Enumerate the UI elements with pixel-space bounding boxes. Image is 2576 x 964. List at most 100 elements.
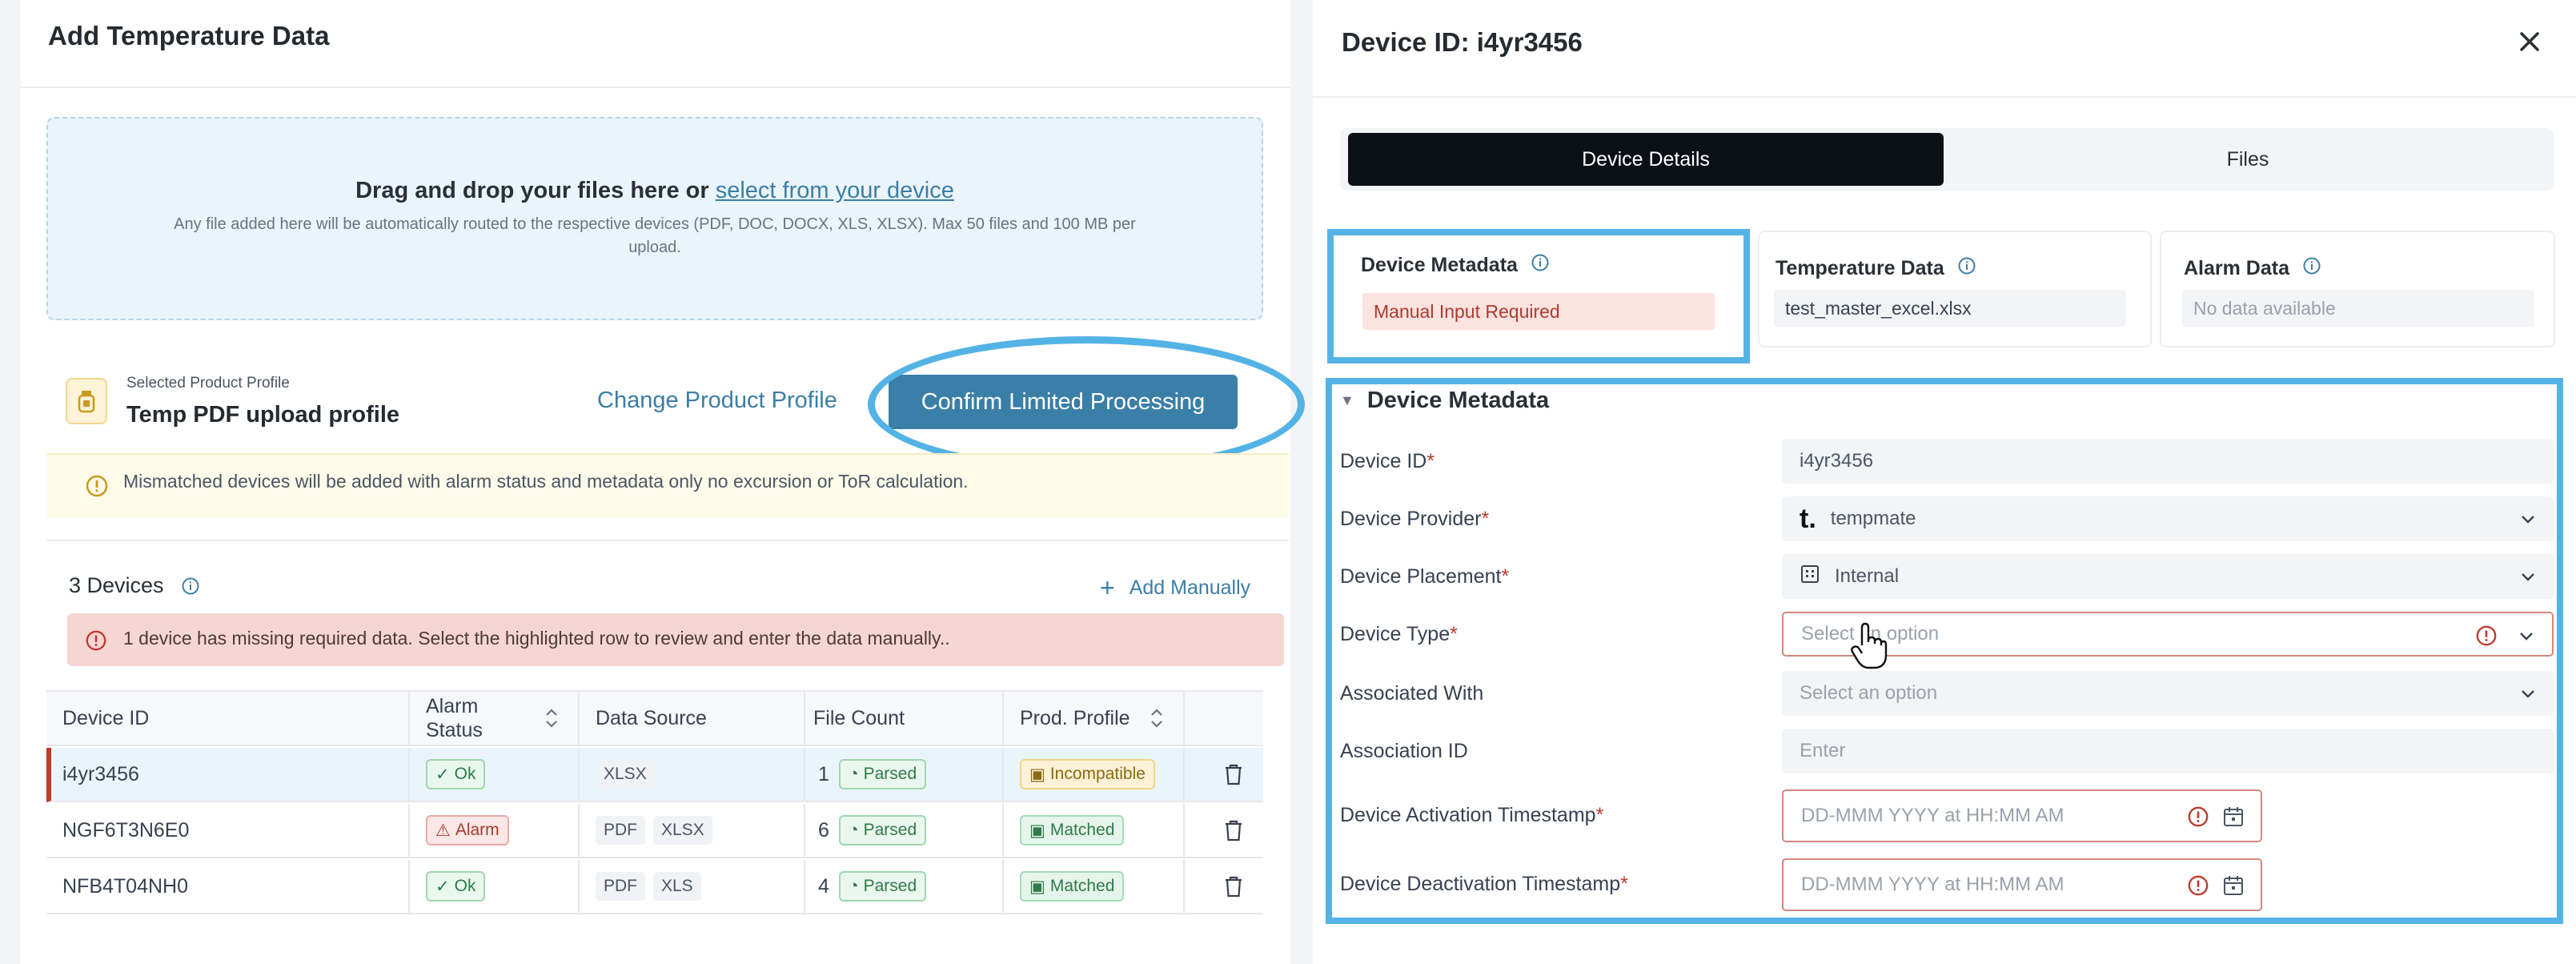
column-divider bbox=[804, 804, 805, 857]
info-circle-icon bbox=[85, 474, 109, 502]
alert-circle-icon bbox=[85, 629, 107, 656]
field-label-placement: Device Placement* bbox=[1340, 565, 1509, 588]
calendar-icon[interactable] bbox=[2222, 874, 2245, 902]
label-text: Device Deactivation Timestamp bbox=[1340, 873, 1621, 895]
sort-icon[interactable] bbox=[1150, 692, 1164, 745]
table-row[interactable]: NGF6T3N6E0 ⚠ Alarm PDF XLSX 6 ◔ Parsed ▣ Ma… bbox=[46, 804, 1263, 858]
alarm-status-cell: ⚠ Alarm bbox=[426, 804, 509, 857]
deactivation-timestamp-input[interactable]: DD-MMM YYYY at HH:MM AM bbox=[1782, 858, 2262, 911]
calendar-icon[interactable] bbox=[2222, 805, 2245, 833]
parsed-icon: ◔ bbox=[848, 877, 859, 895]
devices-count: 3 Devices bbox=[69, 573, 164, 597]
temperature-data-card[interactable]: Temperature Data test_master_excel.xlsx bbox=[1758, 231, 2152, 347]
device-id-field[interactable]: i4yr3456 bbox=[1782, 439, 2554, 484]
chevron-down-icon bbox=[2518, 684, 2538, 709]
label-text: Device Activation Timestamp bbox=[1340, 804, 1596, 826]
device-id-cell: NFB4T04NH0 bbox=[62, 874, 188, 898]
table-row[interactable]: NFB4T04NH0 ✓ Ok PDF XLS 4 ◔ Parsed ▣ Matche… bbox=[46, 860, 1263, 914]
header-data-source[interactable]: Data Source bbox=[596, 692, 707, 745]
device-detail-title: Device ID: i4yr3456 bbox=[1342, 27, 1583, 57]
data-source-cell: XLSX bbox=[596, 748, 663, 801]
column-divider bbox=[804, 860, 805, 913]
section-header[interactable]: ▼ Device Metadata bbox=[1340, 388, 1549, 414]
add-manually-button[interactable]: + Add Manually bbox=[1100, 573, 1250, 603]
label-text: Associated With bbox=[1340, 682, 1484, 705]
alarm-status-cell: ✓ Ok bbox=[426, 748, 486, 801]
add-manually-label: Add Manually bbox=[1129, 576, 1251, 599]
check-icon: ✓ bbox=[435, 877, 450, 896]
header-prod-profile[interactable]: Prod. Profile bbox=[1020, 692, 1130, 745]
trash-icon[interactable] bbox=[1223, 860, 1244, 913]
device-provider-select[interactable]: t. tempmate bbox=[1782, 496, 2554, 541]
column-divider bbox=[1002, 860, 1004, 913]
column-divider bbox=[1183, 748, 1185, 801]
source-chip: PDF bbox=[596, 816, 645, 845]
product-profile-icon bbox=[66, 378, 107, 424]
device-type-select[interactable]: Select an option bbox=[1782, 612, 2554, 657]
device-placement-select[interactable]: Internal bbox=[1782, 554, 2554, 599]
trash-icon[interactable] bbox=[1223, 748, 1244, 801]
profile-badge: ▣ Matched bbox=[1020, 815, 1125, 846]
header-device-id[interactable]: Device ID bbox=[62, 692, 149, 745]
info-icon[interactable] bbox=[181, 576, 200, 600]
header-alarm-label-1: Alarm bbox=[426, 695, 479, 717]
section-title: Device Metadata bbox=[1366, 388, 1550, 413]
association-id-input[interactable]: Enter bbox=[1782, 729, 2554, 773]
column-divider bbox=[1002, 804, 1004, 857]
status-badge-label: Ok bbox=[454, 765, 476, 783]
chevron-down-icon bbox=[2518, 509, 2538, 534]
field-label-association-id: Association ID bbox=[1340, 740, 1468, 763]
source-chip: XLS bbox=[653, 872, 701, 901]
label-text: Device Placement bbox=[1340, 565, 1502, 588]
column-divider bbox=[408, 748, 410, 801]
prod-profile-cell: ▣ Matched bbox=[1020, 804, 1125, 857]
device-id-value: i4yr3456 bbox=[1800, 450, 1874, 472]
status-badge-label: Ok bbox=[454, 877, 476, 895]
hand-cursor-icon bbox=[1851, 621, 1888, 675]
file-dropzone[interactable]: Drag and drop your files here or select … bbox=[46, 117, 1263, 320]
card-title: Alarm Data bbox=[2184, 256, 2321, 281]
field-label-device-type: Device Type* bbox=[1340, 623, 1458, 646]
device-metadata-card[interactable]: Device Metadata Manual Input Required bbox=[1327, 229, 1750, 364]
source-chip: XLSX bbox=[653, 816, 712, 845]
activation-timestamp-input[interactable]: DD-MMM YYYY at HH:MM AM bbox=[1782, 789, 2262, 842]
missing-data-alert-text: 1 device has missing required data. Sele… bbox=[123, 628, 950, 649]
dropzone-main-text: Drag and drop your files here or bbox=[355, 178, 716, 203]
select-from-device-link[interactable]: select from your device bbox=[716, 178, 954, 203]
close-icon[interactable] bbox=[2514, 26, 2546, 58]
trash-icon[interactable] bbox=[1223, 804, 1244, 857]
file-count-cell: 6 ◔ Parsed bbox=[818, 804, 927, 857]
prod-profile-cell: ▣ Incompatible bbox=[1020, 748, 1155, 801]
card-title-label: Alarm Data bbox=[2184, 257, 2289, 279]
warning-triangle-icon: ⚠ bbox=[435, 821, 451, 840]
parsed-label: Parsed bbox=[863, 821, 917, 839]
info-icon bbox=[1957, 256, 1976, 281]
association-id-placeholder: Enter bbox=[1800, 740, 1846, 761]
dropzone-heading: Drag and drop your files here or select … bbox=[48, 178, 1262, 204]
tab-files[interactable]: Files bbox=[1947, 133, 2549, 186]
parsed-label: Parsed bbox=[863, 765, 917, 783]
status-badge: ✓ Ok bbox=[426, 759, 486, 789]
parsed-icon: ◔ bbox=[848, 765, 859, 783]
error-icon bbox=[2187, 805, 2209, 833]
tempmate-logo-icon: t. bbox=[1800, 503, 1816, 534]
profile-badge: ▣ Matched bbox=[1020, 871, 1125, 902]
table-row[interactable]: i4yr3456 ✓ Ok XLSX 1 ◔ Parsed ▣ Incompatibl… bbox=[46, 748, 1263, 802]
required-mark: * bbox=[1501, 565, 1510, 588]
header-file-count[interactable]: File Count bbox=[813, 692, 905, 745]
profile-badge: ▣ Incompatible bbox=[1020, 759, 1155, 789]
header-alarm-status[interactable]: Alarm Status bbox=[426, 692, 483, 745]
data-source-cell: PDF XLS bbox=[596, 860, 709, 913]
tab-device-details[interactable]: Device Details bbox=[1348, 133, 1944, 186]
required-mark: * bbox=[1595, 804, 1604, 826]
chevron-down-icon bbox=[2517, 626, 2536, 651]
change-product-profile-button[interactable]: Change Product Profile bbox=[597, 388, 837, 414]
divider bbox=[1313, 96, 2576, 98]
column-divider bbox=[408, 804, 410, 857]
sort-icon[interactable] bbox=[544, 692, 559, 745]
provider-value: tempmate bbox=[1830, 508, 1916, 529]
associated-with-select[interactable]: Select an option bbox=[1782, 671, 2554, 716]
alarm-data-card[interactable]: Alarm Data No data available bbox=[2160, 231, 2555, 347]
parsed-badge: ◔ Parsed bbox=[838, 759, 927, 789]
field-label-activation: Device Activation Timestamp* bbox=[1340, 804, 1603, 827]
